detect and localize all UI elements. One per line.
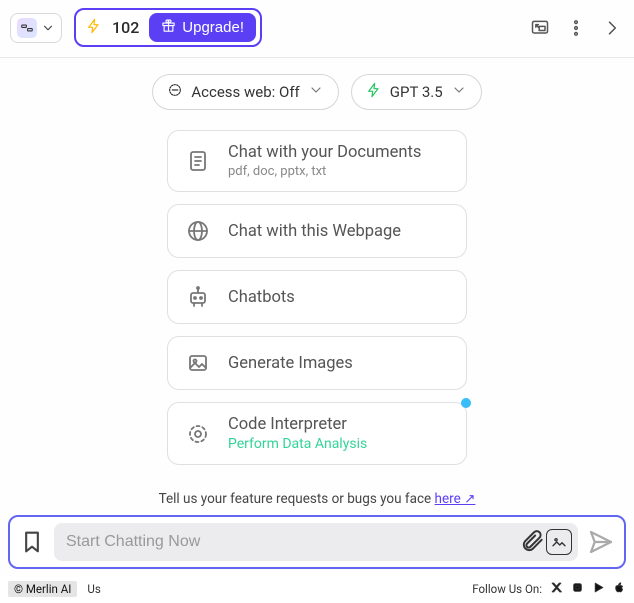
pip-icon[interactable] [528, 16, 552, 40]
composer [8, 515, 626, 569]
chevron-right-icon[interactable] [600, 16, 624, 40]
credits-chip[interactable]: 102 Upgrade! [74, 8, 262, 47]
brand-dropdown[interactable] [10, 13, 62, 43]
card-chat-webpage[interactable]: Chat with this Webpage [167, 204, 467, 258]
composer-inner [54, 523, 578, 561]
image-icon [184, 349, 212, 377]
card-title: Generate Images [228, 354, 353, 373]
watermark: © Merlin AI [8, 581, 77, 597]
card-subtitle: Perform Data Analysis [228, 436, 367, 452]
model-picker[interactable]: GPT 3.5 [351, 74, 482, 110]
gift-icon [161, 18, 176, 37]
document-icon [184, 147, 212, 175]
feedback-link[interactable]: here ↗ [435, 491, 476, 507]
upgrade-button[interactable]: Upgrade! [149, 13, 256, 42]
contact-link[interactable]: Us [87, 582, 100, 596]
footer: © Merlin AI Us Follow Us On: [0, 577, 634, 603]
bookmark-icon[interactable] [18, 527, 46, 557]
chat-input[interactable] [60, 523, 520, 561]
chevron-down-icon [308, 82, 324, 102]
card-title: Chat with your Documents [228, 143, 421, 162]
web-access-label: Access web: Off [191, 83, 299, 101]
card-code-interpreter[interactable]: Code Interpreter Perform Data Analysis [167, 402, 467, 465]
aperture-icon [184, 420, 212, 448]
chevron-down-icon [41, 21, 55, 35]
card-chat-documents[interactable]: Chat with your Documents pdf, doc, pptx,… [167, 130, 467, 192]
attach-icon[interactable] [520, 529, 546, 555]
send-icon[interactable] [586, 527, 616, 557]
card-title: Chatbots [228, 288, 295, 307]
card-generate-images[interactable]: Generate Images [167, 336, 467, 390]
feedback-line: Tell us your feature requests or bugs yo… [0, 469, 634, 515]
credits-count: 102 [112, 18, 139, 37]
globe-icon [184, 217, 212, 245]
apple-icon[interactable] [613, 581, 626, 597]
play-icon[interactable] [592, 581, 605, 597]
bolt-icon [366, 82, 382, 102]
feedback-text: Tell us your feature requests or bugs yo… [159, 491, 435, 507]
robot-icon [184, 283, 212, 311]
bolt-icon [86, 18, 102, 38]
upgrade-label: Upgrade! [182, 19, 244, 36]
stop-icon[interactable] [571, 581, 584, 597]
follow-label: Follow Us On: [472, 582, 542, 596]
card-title: Chat with this Webpage [228, 222, 401, 241]
options-row: Access web: Off GPT 3.5 [0, 58, 634, 126]
merlin-logo-icon [17, 18, 37, 38]
web-access-toggle[interactable]: Access web: Off [152, 74, 338, 110]
card-chatbots[interactable]: Chatbots [167, 270, 467, 324]
minus-circle-icon [167, 82, 183, 102]
topbar: 102 Upgrade! [0, 0, 634, 58]
kebab-menu-icon[interactable] [564, 16, 588, 40]
notification-dot [461, 398, 471, 408]
image-upload-icon[interactable] [546, 529, 572, 555]
model-label: GPT 3.5 [390, 83, 443, 101]
feature-cards: Chat with your Documents pdf, doc, pptx,… [0, 126, 634, 469]
x-icon[interactable] [550, 581, 563, 597]
card-title: Code Interpreter [228, 415, 367, 434]
chevron-down-icon [451, 82, 467, 102]
card-subtitle: pdf, doc, pptx, txt [228, 164, 421, 179]
